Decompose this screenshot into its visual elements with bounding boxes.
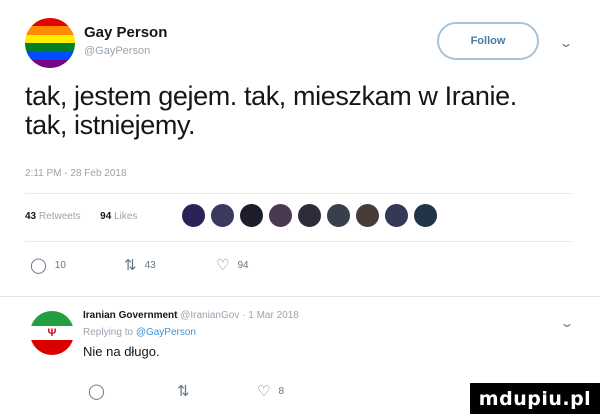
- heart-icon: ♡: [216, 257, 230, 274]
- author-avatar[interactable]: [25, 18, 75, 68]
- reply-action[interactable]: ◯ 10: [30, 256, 66, 274]
- liker-avatar[interactable]: [181, 203, 206, 228]
- retweet-count: 43: [144, 259, 156, 271]
- like-action[interactable]: ♡ 94: [216, 256, 249, 274]
- liker-avatars: [181, 203, 438, 228]
- watermark-logo: mdupiu.pl: [470, 383, 600, 414]
- engagement-stats: 43 Retweets 94 Likes: [25, 211, 137, 222]
- flag-stripe: [25, 26, 75, 35]
- chevron-down-icon[interactable]: ⌄: [559, 316, 574, 330]
- chevron-down-icon[interactable]: ⌄: [558, 36, 573, 50]
- liker-avatar[interactable]: [239, 203, 264, 228]
- tweet-author[interactable]: Gay Person @GayPerson: [84, 24, 167, 58]
- tweet-timestamp[interactable]: 2:11 PM - 28 Feb 2018: [25, 168, 127, 179]
- reply-author-avatar[interactable]: Ψ: [30, 311, 74, 355]
- likes-label: Likes: [114, 211, 138, 222]
- author-handle[interactable]: @GayPerson: [84, 44, 167, 58]
- liker-avatar[interactable]: [297, 203, 322, 228]
- divider: [25, 193, 573, 194]
- emblem-icon: Ψ: [47, 326, 57, 339]
- author-name[interactable]: Gay Person: [84, 24, 167, 42]
- speech-bubble-icon: ◯: [30, 257, 47, 274]
- reply-author-name[interactable]: Iranian Government: [83, 310, 177, 321]
- tweet-text: tak, jestem gejem. tak, mieszkam w Irani…: [25, 81, 517, 140]
- replying-handle[interactable]: @GayPerson: [136, 327, 196, 338]
- speech-bubble-icon: ◯: [88, 383, 105, 400]
- liker-avatar[interactable]: [326, 203, 351, 228]
- liker-avatar[interactable]: [384, 203, 409, 228]
- heart-icon: ♡: [257, 383, 271, 400]
- reply-count: 10: [54, 259, 66, 271]
- retweet-arrows-icon: ⇅: [177, 383, 190, 400]
- follow-button[interactable]: Follow: [437, 22, 539, 60]
- replying-to: Replying to @GayPerson: [83, 327, 196, 338]
- reply-header: Iranian Government @IranianGov · 1 Mar 2…: [83, 310, 299, 321]
- liker-avatar[interactable]: [413, 203, 438, 228]
- retweet-action[interactable]: ⇅: [177, 382, 198, 400]
- reply-text: Nie na długo.: [83, 344, 160, 359]
- retweets-stat[interactable]: 43 Retweets: [25, 211, 81, 222]
- retweet-action[interactable]: ⇅ 43: [124, 256, 156, 274]
- liker-avatar[interactable]: [268, 203, 293, 228]
- like-action[interactable]: ♡ 8: [257, 382, 284, 400]
- replying-prefix: Replying to: [83, 327, 134, 338]
- likes-count: 94: [100, 211, 112, 222]
- flag-band: [30, 340, 74, 355]
- separator: ·: [242, 310, 246, 321]
- flag-stripe: [25, 51, 75, 60]
- reply-author-handle[interactable]: @IranianGov: [180, 310, 239, 321]
- flag-band: Ψ: [30, 325, 74, 341]
- likes-stat[interactable]: 94 Likes: [100, 211, 137, 222]
- flag-stripe: [25, 34, 75, 43]
- flag-stripe: [25, 18, 75, 27]
- retweets-label: Retweets: [38, 211, 81, 222]
- divider: [25, 241, 573, 242]
- reply-action[interactable]: ◯: [88, 382, 113, 400]
- divider: [0, 296, 600, 297]
- flag-stripe: [25, 59, 75, 68]
- liker-avatar[interactable]: [355, 203, 380, 228]
- flag-band: [30, 311, 74, 326]
- reply-date[interactable]: 1 Mar 2018: [248, 310, 299, 321]
- like-count: 8: [278, 385, 285, 397]
- liker-avatar[interactable]: [210, 203, 235, 228]
- flag-stripe: [25, 42, 75, 52]
- retweets-count: 43: [25, 211, 37, 222]
- like-count: 94: [237, 259, 249, 271]
- retweet-arrows-icon: ⇅: [124, 257, 137, 274]
